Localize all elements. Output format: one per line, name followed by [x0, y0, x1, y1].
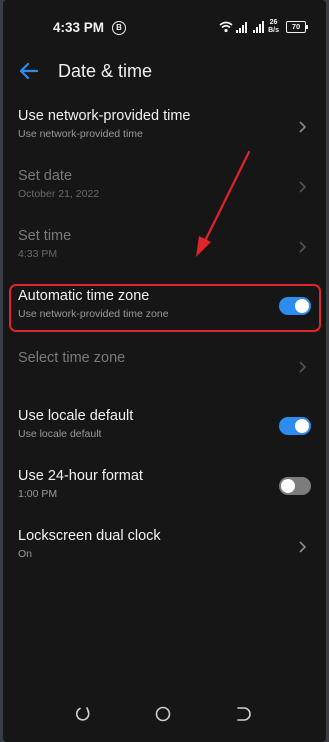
phone-screen: 4:33 PM B 26 B/s 70 Date & time Use netw…: [3, 0, 326, 742]
system-nav-bar: [3, 700, 326, 730]
nav-back-button[interactable]: [231, 702, 255, 726]
recents-icon: [75, 707, 90, 721]
recents-button[interactable]: [71, 702, 95, 726]
home-button[interactable]: [151, 702, 175, 726]
back-icon: [237, 707, 251, 721]
annotation-arrow-icon: [196, 150, 251, 257]
home-icon: [155, 706, 171, 722]
